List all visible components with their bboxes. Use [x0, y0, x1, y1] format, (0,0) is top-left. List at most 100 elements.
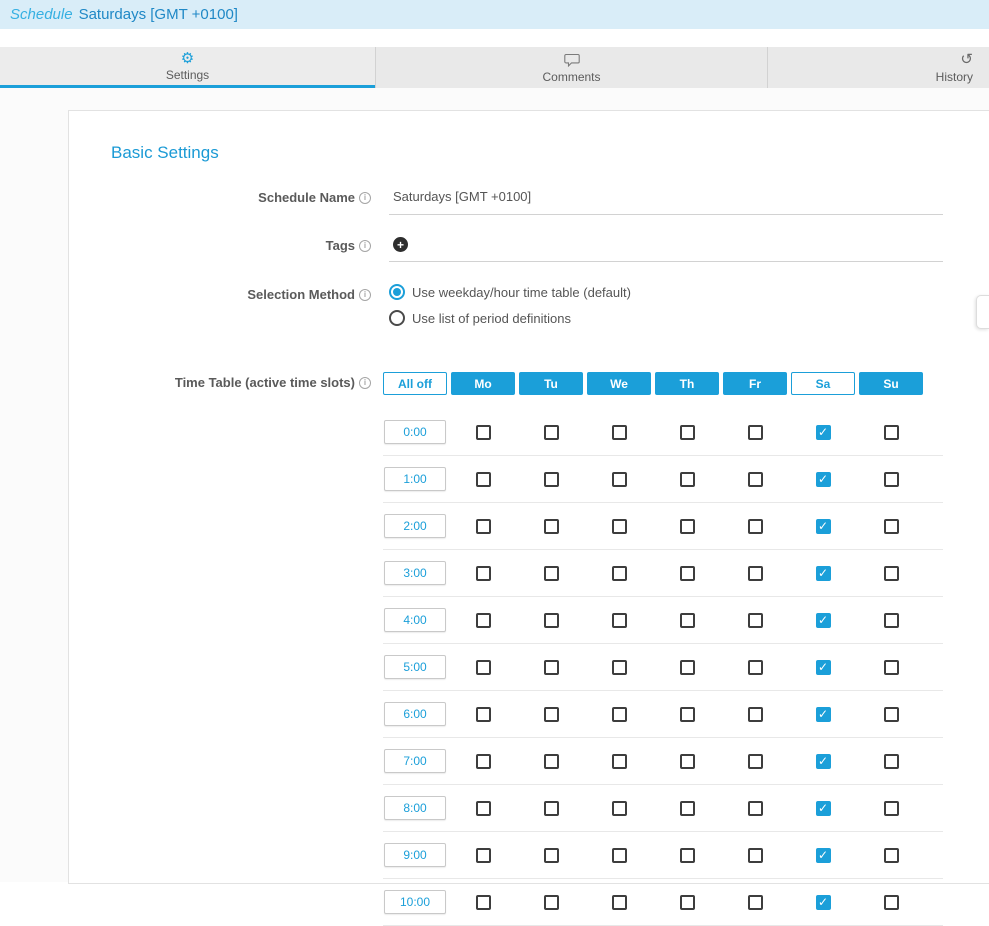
slot-checkbox-sa-3-00[interactable]: ✓	[816, 566, 831, 581]
slot-checkbox-su-10-00[interactable]	[884, 895, 899, 910]
time-button-9-00[interactable]: 9:00	[384, 843, 446, 867]
slot-checkbox-mo-2-00[interactable]	[476, 519, 491, 534]
slot-checkbox-th-9-00[interactable]	[680, 848, 695, 863]
slot-checkbox-we-2-00[interactable]	[612, 519, 627, 534]
slot-checkbox-we-6-00[interactable]	[612, 707, 627, 722]
slot-checkbox-su-0-00[interactable]	[884, 425, 899, 440]
day-button-su[interactable]: Su	[859, 372, 923, 395]
slot-checkbox-fr-5-00[interactable]	[748, 660, 763, 675]
slot-checkbox-su-2-00[interactable]	[884, 519, 899, 534]
slot-checkbox-fr-2-00[interactable]	[748, 519, 763, 534]
slot-checkbox-sa-10-00[interactable]: ✓	[816, 895, 831, 910]
time-button-6-00[interactable]: 6:00	[384, 702, 446, 726]
slot-checkbox-fr-7-00[interactable]	[748, 754, 763, 769]
add-tag-button[interactable]: +	[393, 237, 408, 252]
slot-checkbox-fr-4-00[interactable]	[748, 613, 763, 628]
slot-checkbox-tu-3-00[interactable]	[544, 566, 559, 581]
tab-settings[interactable]: ⚙ Settings	[0, 47, 375, 88]
slot-checkbox-fr-0-00[interactable]	[748, 425, 763, 440]
time-button-8-00[interactable]: 8:00	[384, 796, 446, 820]
slot-checkbox-su-7-00[interactable]	[884, 754, 899, 769]
slot-checkbox-tu-1-00[interactable]	[544, 472, 559, 487]
all-off-button[interactable]: All off	[383, 372, 447, 395]
slot-checkbox-mo-9-00[interactable]	[476, 848, 491, 863]
slot-checkbox-su-4-00[interactable]	[884, 613, 899, 628]
slot-checkbox-fr-1-00[interactable]	[748, 472, 763, 487]
slot-checkbox-th-1-00[interactable]	[680, 472, 695, 487]
radio-icon-unselected[interactable]	[389, 310, 405, 326]
slot-checkbox-th-4-00[interactable]	[680, 613, 695, 628]
slot-checkbox-tu-8-00[interactable]	[544, 801, 559, 816]
slot-checkbox-we-5-00[interactable]	[612, 660, 627, 675]
slot-checkbox-sa-4-00[interactable]: ✓	[816, 613, 831, 628]
time-button-5-00[interactable]: 5:00	[384, 655, 446, 679]
slot-checkbox-tu-10-00[interactable]	[544, 895, 559, 910]
slot-checkbox-th-7-00[interactable]	[680, 754, 695, 769]
slot-checkbox-th-10-00[interactable]	[680, 895, 695, 910]
slot-checkbox-tu-6-00[interactable]	[544, 707, 559, 722]
slot-checkbox-mo-5-00[interactable]	[476, 660, 491, 675]
day-button-tu[interactable]: Tu	[519, 372, 583, 395]
tab-comments[interactable]: Comments	[375, 47, 767, 88]
slot-checkbox-we-8-00[interactable]	[612, 801, 627, 816]
slot-checkbox-mo-6-00[interactable]	[476, 707, 491, 722]
slot-checkbox-tu-4-00[interactable]	[544, 613, 559, 628]
time-button-3-00[interactable]: 3:00	[384, 561, 446, 585]
slot-checkbox-su-6-00[interactable]	[884, 707, 899, 722]
slot-checkbox-th-6-00[interactable]	[680, 707, 695, 722]
slot-checkbox-fr-8-00[interactable]	[748, 801, 763, 816]
day-button-fr[interactable]: Fr	[723, 372, 787, 395]
info-icon[interactable]: i	[359, 289, 371, 301]
slot-checkbox-tu-7-00[interactable]	[544, 754, 559, 769]
slot-checkbox-th-2-00[interactable]	[680, 519, 695, 534]
time-button-4-00[interactable]: 4:00	[384, 608, 446, 632]
slot-checkbox-su-8-00[interactable]	[884, 801, 899, 816]
slot-checkbox-we-7-00[interactable]	[612, 754, 627, 769]
slot-checkbox-fr-3-00[interactable]	[748, 566, 763, 581]
slot-checkbox-su-3-00[interactable]	[884, 566, 899, 581]
tab-history[interactable]: ↺ History	[767, 47, 989, 88]
slot-checkbox-su-1-00[interactable]	[884, 472, 899, 487]
schedule-name-field[interactable]: Saturdays [GMT +0100]	[389, 187, 943, 215]
info-icon[interactable]: i	[359, 377, 371, 389]
slot-checkbox-sa-1-00[interactable]: ✓	[816, 472, 831, 487]
slot-checkbox-mo-1-00[interactable]	[476, 472, 491, 487]
slot-checkbox-we-3-00[interactable]	[612, 566, 627, 581]
slot-checkbox-sa-9-00[interactable]: ✓	[816, 848, 831, 863]
slot-checkbox-mo-8-00[interactable]	[476, 801, 491, 816]
slot-checkbox-sa-2-00[interactable]: ✓	[816, 519, 831, 534]
slot-checkbox-mo-3-00[interactable]	[476, 566, 491, 581]
slot-checkbox-th-5-00[interactable]	[680, 660, 695, 675]
slot-checkbox-we-1-00[interactable]	[612, 472, 627, 487]
slot-checkbox-we-9-00[interactable]	[612, 848, 627, 863]
info-icon[interactable]: i	[359, 240, 371, 252]
slot-checkbox-mo-0-00[interactable]	[476, 425, 491, 440]
slot-checkbox-mo-10-00[interactable]	[476, 895, 491, 910]
slot-checkbox-fr-9-00[interactable]	[748, 848, 763, 863]
day-button-we[interactable]: We	[587, 372, 651, 395]
slot-checkbox-sa-5-00[interactable]: ✓	[816, 660, 831, 675]
slot-checkbox-mo-4-00[interactable]	[476, 613, 491, 628]
slot-checkbox-sa-7-00[interactable]: ✓	[816, 754, 831, 769]
slot-checkbox-fr-10-00[interactable]	[748, 895, 763, 910]
slot-checkbox-tu-9-00[interactable]	[544, 848, 559, 863]
slot-checkbox-th-3-00[interactable]	[680, 566, 695, 581]
time-button-1-00[interactable]: 1:00	[384, 467, 446, 491]
day-button-mo[interactable]: Mo	[451, 372, 515, 395]
slot-checkbox-sa-8-00[interactable]: ✓	[816, 801, 831, 816]
slot-checkbox-sa-6-00[interactable]: ✓	[816, 707, 831, 722]
slot-checkbox-su-5-00[interactable]	[884, 660, 899, 675]
slot-checkbox-we-4-00[interactable]	[612, 613, 627, 628]
slot-checkbox-su-9-00[interactable]	[884, 848, 899, 863]
slot-checkbox-tu-0-00[interactable]	[544, 425, 559, 440]
radio-weekday-hour-table[interactable]: Use weekday/hour time table (default)	[389, 284, 943, 300]
info-icon[interactable]: i	[359, 192, 371, 204]
slot-checkbox-tu-5-00[interactable]	[544, 660, 559, 675]
day-button-sa[interactable]: Sa	[791, 372, 855, 395]
day-button-th[interactable]: Th	[655, 372, 719, 395]
time-button-0-00[interactable]: 0:00	[384, 420, 446, 444]
radio-icon-selected[interactable]	[389, 284, 405, 300]
slot-checkbox-fr-6-00[interactable]	[748, 707, 763, 722]
time-button-10-00[interactable]: 10:00	[384, 890, 446, 914]
slot-checkbox-th-8-00[interactable]	[680, 801, 695, 816]
